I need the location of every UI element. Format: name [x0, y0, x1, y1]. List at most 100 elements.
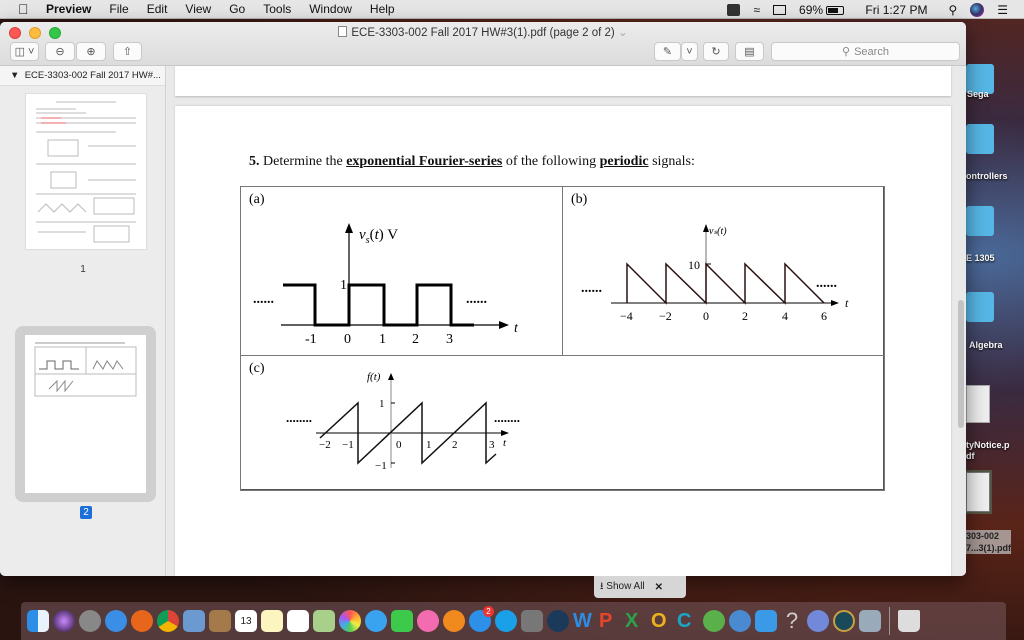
pdf-file-icon[interactable]: [964, 470, 992, 514]
disclosure-triangle-icon[interactable]: ▼: [10, 70, 19, 81]
apple-menu-icon[interactable]: : [18, 1, 32, 17]
menu-go[interactable]: Go: [229, 2, 245, 16]
menu-file[interactable]: File: [109, 2, 128, 16]
facetime-icon[interactable]: [391, 610, 413, 632]
c-xtick: 2: [452, 439, 458, 451]
desktop-item-label[interactable]: E 1305: [966, 253, 995, 263]
airplay-icon[interactable]: [773, 4, 787, 15]
b-left-ellipsis: ......: [581, 281, 602, 296]
window-title[interactable]: ECE-3303-002 Fall 2017 HW#3(1).pdf (page…: [0, 25, 966, 39]
close-downloads-button[interactable]: ✕: [655, 582, 663, 593]
c-right-ellipsis: ........: [494, 410, 520, 425]
a-xtick: 0: [344, 332, 351, 347]
c-xtick: −2: [319, 439, 331, 451]
outlook-icon[interactable]: O: [651, 610, 673, 632]
steam-icon[interactable]: [547, 610, 569, 632]
menu-edit[interactable]: Edit: [147, 2, 168, 16]
page-thumbnail-2-selected[interactable]: [15, 326, 156, 502]
title-bar: ECE-3303-002 Fall 2017 HW#3(1).pdf (page…: [0, 22, 966, 66]
ibooks-icon[interactable]: [443, 610, 465, 632]
xcode-icon[interactable]: [755, 610, 777, 632]
c-ylabel: f(t): [367, 371, 381, 383]
calendar-icon[interactable]: 13: [235, 610, 257, 632]
vertical-scrollbar[interactable]: [958, 300, 964, 428]
sidebar-document-header[interactable]: ▼ ECE-3303-002 Fall 2017 HW#...: [0, 66, 165, 86]
question-text-part: of the following: [505, 154, 597, 169]
excel-icon[interactable]: X: [625, 610, 647, 632]
launchpad-icon[interactable]: [79, 610, 101, 632]
desktop-item-label[interactable]: ontrollers: [966, 171, 1008, 181]
siri-icon[interactable]: [970, 2, 985, 17]
b-sawtooth-wave: [626, 262, 825, 305]
network-icon[interactable]: [729, 610, 751, 632]
messages-icon[interactable]: [365, 610, 387, 632]
skype-icon[interactable]: [495, 610, 517, 632]
wifi-icon[interactable]: ≈: [753, 3, 760, 17]
thumbnail-sidebar: ▼ ECE-3303-002 Fall 2017 HW#... 1 2: [0, 66, 166, 576]
siri-icon[interactable]: [53, 610, 75, 632]
desktop-folder-icon[interactable]: [966, 292, 994, 322]
search-input[interactable]: ⚲ Search: [771, 42, 960, 61]
image-capture-icon[interactable]: [859, 610, 881, 632]
question-number: 5.: [249, 154, 260, 169]
pdf-file-icon[interactable]: [966, 385, 990, 423]
audio-status-icon[interactable]: [727, 3, 741, 16]
c-ytick: 1: [379, 398, 385, 410]
desktop-item-label[interactable]: Sega: [967, 89, 989, 99]
menu-help[interactable]: Help: [370, 2, 395, 16]
sidebar-toggle-button[interactable]: ◫ ˅: [10, 42, 39, 61]
maps-icon[interactable]: [313, 610, 335, 632]
battery-percent[interactable]: 69%: [799, 3, 845, 17]
trash-icon[interactable]: [898, 610, 920, 632]
cortana-icon[interactable]: C: [677, 610, 699, 632]
menu-view[interactable]: View: [185, 2, 211, 16]
menu-window[interactable]: Window: [309, 2, 352, 16]
desktop-item-label[interactable]: tyNotice.p df: [966, 440, 1010, 462]
spotlight-icon[interactable]: ⚲: [948, 3, 957, 17]
toolbox-button[interactable]: ▤: [735, 42, 764, 61]
clock[interactable]: Fri 1:27 PM: [865, 3, 927, 17]
search-placeholder: Search: [854, 45, 889, 58]
reminders-icon[interactable]: [287, 610, 309, 632]
safari-icon[interactable]: [105, 610, 127, 632]
notes-icon[interactable]: [261, 610, 283, 632]
menu-bar:  Preview File Edit View Go Tools Window…: [0, 0, 1024, 19]
markup-dropdown-button[interactable]: ˅: [681, 42, 698, 61]
show-all-downloads-button[interactable]: ⭳ Show All: [600, 579, 645, 596]
firefox-icon[interactable]: [131, 610, 153, 632]
notification-center-icon[interactable]: ☰: [997, 3, 1008, 17]
desktop-folder-icon[interactable]: [966, 124, 994, 154]
word-icon[interactable]: W: [573, 610, 595, 632]
a-axis-arrow: [499, 321, 509, 329]
system-preferences-icon[interactable]: [521, 610, 543, 632]
itunes-icon[interactable]: [417, 610, 439, 632]
zoom-out-button[interactable]: ⊖: [45, 42, 75, 61]
rotate-button[interactable]: ↻: [703, 42, 729, 61]
menu-tools[interactable]: Tools: [263, 2, 291, 16]
desktop-item-label[interactable]: 303-002 7...3(1).pdf: [966, 530, 1012, 554]
powerpoint-icon[interactable]: P: [599, 610, 621, 632]
preview-icon[interactable]: [183, 610, 205, 632]
zoom-in-button[interactable]: ⊕: [76, 42, 106, 61]
battery-icon: [826, 5, 845, 15]
c-ytick: −1: [375, 460, 387, 472]
photos-icon[interactable]: [339, 610, 361, 632]
chrome-icon[interactable]: [157, 610, 179, 632]
discord-icon[interactable]: [807, 610, 829, 632]
desktop-item-label[interactable]: Algebra: [969, 340, 1003, 350]
markup-button[interactable]: ✎: [654, 42, 681, 61]
page-2-preview: [34, 342, 137, 397]
messenger-icon[interactable]: [703, 610, 725, 632]
menu-app-name[interactable]: Preview: [46, 2, 91, 16]
app-store-icon[interactable]: 2: [469, 606, 494, 632]
c-xtick: 1: [426, 439, 432, 451]
panel-c-plot: t f(t) 1 −1 ........ ........ −2 −1 0 1 …: [286, 371, 520, 472]
page-thumbnail-2[interactable]: [25, 335, 146, 493]
finder-icon[interactable]: [27, 610, 49, 632]
league-of-legends-icon[interactable]: [833, 610, 855, 632]
help-icon[interactable]: ?: [781, 610, 803, 632]
share-button[interactable]: ⇧: [113, 42, 142, 61]
desktop-folder-icon[interactable]: [966, 206, 994, 236]
page-thumbnail-1[interactable]: [25, 93, 147, 250]
contacts-icon[interactable]: [209, 610, 231, 632]
